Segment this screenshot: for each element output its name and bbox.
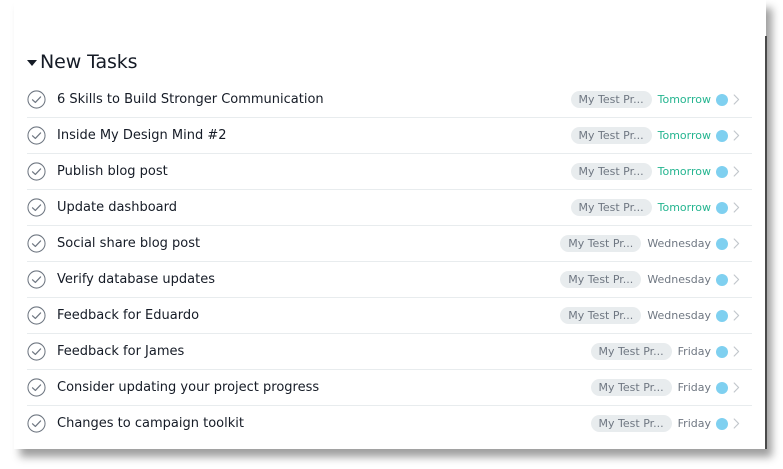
chevron-right-icon[interactable] xyxy=(733,382,740,393)
panel-scroll-edge xyxy=(765,36,767,449)
project-tag[interactable]: My Test Pr... xyxy=(570,163,652,180)
task-name[interactable]: Update dashboard xyxy=(57,200,177,215)
check-circle-icon[interactable] xyxy=(27,126,46,145)
project-tag[interactable]: My Test Pr... xyxy=(590,379,672,396)
task-row[interactable]: Changes to campaign toolkit My Test Pr..… xyxy=(27,406,752,441)
check-circle-icon[interactable] xyxy=(27,414,46,433)
task-name[interactable]: Social share blog post xyxy=(57,236,200,251)
assignee-avatar[interactable] xyxy=(716,165,728,178)
assignee-avatar[interactable] xyxy=(716,93,728,106)
task-name[interactable]: 6 Skills to Build Stronger Communication xyxy=(57,92,324,107)
task-meta: My Test Pr... Wednesday xyxy=(560,298,740,333)
check-circle-icon[interactable] xyxy=(27,198,46,217)
check-circle-icon[interactable] xyxy=(27,90,46,109)
check-circle-icon[interactable] xyxy=(27,342,46,361)
task-name[interactable]: Verify database updates xyxy=(57,272,215,287)
chevron-right-icon[interactable] xyxy=(733,166,740,177)
project-tag[interactable]: My Test Pr... xyxy=(560,235,642,252)
chevron-right-icon[interactable] xyxy=(733,346,740,357)
task-meta: My Test Pr... Tomorrow xyxy=(570,82,740,117)
chevron-right-icon[interactable] xyxy=(733,274,740,285)
chevron-right-icon[interactable] xyxy=(733,94,740,105)
check-circle-icon[interactable] xyxy=(27,378,46,397)
due-date[interactable]: Friday xyxy=(678,345,711,358)
task-meta: My Test Pr... Wednesday xyxy=(560,226,740,261)
check-circle-icon[interactable] xyxy=(27,306,46,325)
task-name[interactable]: Changes to campaign toolkit xyxy=(57,416,244,431)
task-name[interactable]: Feedback for James xyxy=(57,344,184,359)
due-date[interactable]: Tomorrow xyxy=(658,201,711,214)
due-date[interactable]: Friday xyxy=(678,381,711,394)
task-row[interactable]: 6 Skills to Build Stronger Communication… xyxy=(27,82,752,118)
task-name[interactable]: Consider updating your project progress xyxy=(57,380,319,395)
due-date[interactable]: Tomorrow xyxy=(658,129,711,142)
task-row[interactable]: Update dashboard My Test Pr... Tomorrow xyxy=(27,190,752,226)
assignee-avatar[interactable] xyxy=(716,345,728,358)
task-row[interactable]: Publish blog post My Test Pr... Tomorrow xyxy=(27,154,752,190)
assignee-avatar[interactable] xyxy=(716,201,728,214)
due-date[interactable]: Wednesday xyxy=(647,237,711,250)
project-tag[interactable]: My Test Pr... xyxy=(570,127,652,144)
task-row[interactable]: Feedback for Eduardo My Test Pr... Wedne… xyxy=(27,298,752,334)
check-circle-icon[interactable] xyxy=(27,234,46,253)
assignee-avatar[interactable] xyxy=(716,129,728,142)
task-meta: My Test Pr... Wednesday xyxy=(560,262,740,297)
task-meta: My Test Pr... Friday xyxy=(590,406,740,441)
task-list: 6 Skills to Build Stronger Communication… xyxy=(27,82,752,441)
section-header-new-tasks[interactable]: New Tasks xyxy=(27,50,138,74)
due-date[interactable]: Wednesday xyxy=(647,273,711,286)
task-row[interactable]: Verify database updates My Test Pr... We… xyxy=(27,262,752,298)
task-meta: My Test Pr... Friday xyxy=(590,334,740,369)
task-name[interactable]: Feedback for Eduardo xyxy=(57,308,199,323)
assignee-avatar[interactable] xyxy=(716,417,728,430)
project-tag[interactable]: My Test Pr... xyxy=(590,415,672,432)
task-name[interactable]: Publish blog post xyxy=(57,164,168,179)
due-date[interactable]: Wednesday xyxy=(647,309,711,322)
task-row[interactable]: Consider updating your project progress … xyxy=(27,370,752,406)
chevron-right-icon[interactable] xyxy=(733,238,740,249)
due-date[interactable]: Tomorrow xyxy=(658,93,711,106)
chevron-right-icon[interactable] xyxy=(733,130,740,141)
due-date[interactable]: Friday xyxy=(678,417,711,430)
check-circle-icon[interactable] xyxy=(27,162,46,181)
task-meta: My Test Pr... Tomorrow xyxy=(570,190,740,225)
project-tag[interactable]: My Test Pr... xyxy=(560,307,642,324)
chevron-right-icon[interactable] xyxy=(733,202,740,213)
chevron-right-icon[interactable] xyxy=(733,310,740,321)
project-tag[interactable]: My Test Pr... xyxy=(570,199,652,216)
assignee-avatar[interactable] xyxy=(716,309,728,322)
task-row[interactable]: Feedback for James My Test Pr... Friday xyxy=(27,334,752,370)
task-name[interactable]: Inside My Design Mind #2 xyxy=(57,128,227,143)
caret-down-icon[interactable] xyxy=(27,59,37,66)
assignee-avatar[interactable] xyxy=(716,381,728,394)
chevron-right-icon[interactable] xyxy=(733,418,740,429)
check-circle-icon[interactable] xyxy=(27,270,46,289)
project-tag[interactable]: My Test Pr... xyxy=(570,91,652,108)
project-tag[interactable]: My Test Pr... xyxy=(560,271,642,288)
section-title: New Tasks xyxy=(40,51,138,73)
due-date[interactable]: Tomorrow xyxy=(658,165,711,178)
task-meta: My Test Pr... Tomorrow xyxy=(570,118,740,153)
assignee-avatar[interactable] xyxy=(716,237,728,250)
assignee-avatar[interactable] xyxy=(716,273,728,286)
task-row[interactable]: Social share blog post My Test Pr... Wed… xyxy=(27,226,752,262)
task-row[interactable]: Inside My Design Mind #2 My Test Pr... T… xyxy=(27,118,752,154)
task-meta: My Test Pr... Tomorrow xyxy=(570,154,740,189)
task-meta: My Test Pr... Friday xyxy=(590,370,740,405)
project-tag[interactable]: My Test Pr... xyxy=(590,343,672,360)
